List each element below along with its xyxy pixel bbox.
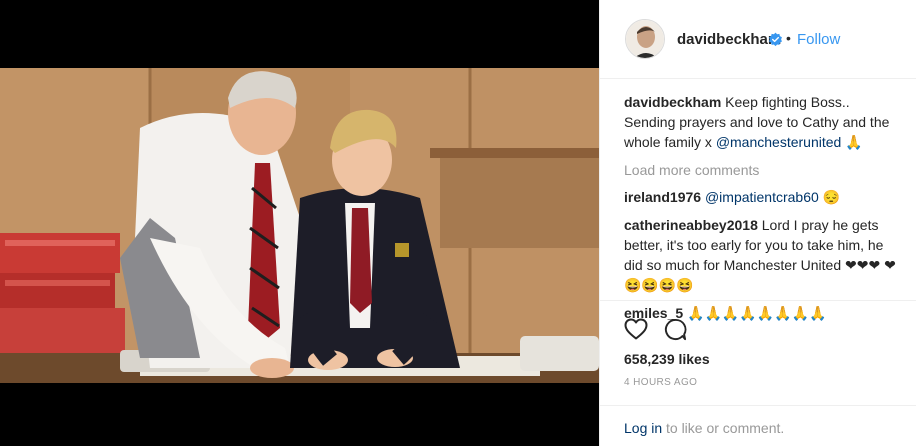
caption: davidbeckham Keep fighting Boss.. Sendin… xyxy=(624,92,896,152)
post-media-panel xyxy=(0,0,599,446)
photo-illustration xyxy=(0,68,599,383)
login-prompt: Log in to like or comment. xyxy=(600,405,916,446)
follow-button[interactable]: Follow xyxy=(797,31,840,48)
post-header: davidbeckham • Follow xyxy=(600,0,916,79)
verified-badge-icon xyxy=(768,32,783,47)
comment-username[interactable]: ireland1976 xyxy=(624,189,701,205)
comment-item: catherineabbey2018 Lord I pray he gets b… xyxy=(624,215,896,295)
caption-username[interactable]: davidbeckham xyxy=(624,94,721,110)
login-link[interactable]: Log in xyxy=(624,420,662,436)
comment-text: 😔 xyxy=(818,189,841,205)
comment-item: ireland1976 @impatientcrab60 😔 xyxy=(624,187,896,207)
comment-username[interactable]: catherineabbey2018 xyxy=(624,217,758,233)
header-username[interactable]: davidbeckham xyxy=(677,31,781,48)
avatar[interactable] xyxy=(625,19,665,59)
post-actions: 658,239 likes 4 HOURS AGO Log in to like… xyxy=(600,300,916,446)
load-more-comments-button[interactable]: Load more comments xyxy=(624,160,896,180)
comments-list: davidbeckham Keep fighting Boss.. Sendin… xyxy=(624,92,896,331)
avatar-image xyxy=(626,20,664,58)
post-photo[interactable] xyxy=(0,68,599,383)
caption-emoji: 🙏 xyxy=(841,134,863,150)
login-prompt-text: to like or comment. xyxy=(666,420,785,436)
likes-count[interactable]: 658,239 likes xyxy=(624,351,710,367)
heart-outline-icon[interactable] xyxy=(624,318,648,340)
post-timestamp: 4 HOURS AGO xyxy=(624,377,698,388)
caption-mention[interactable]: @manchesterunited xyxy=(716,134,842,150)
post-side-panel: davidbeckham • Follow davidbeckham Keep … xyxy=(599,0,916,446)
comment-mention[interactable]: @impatientcrab60 xyxy=(705,189,819,205)
separator-dot: • xyxy=(786,30,791,46)
comment-bubble-icon[interactable] xyxy=(664,318,687,341)
